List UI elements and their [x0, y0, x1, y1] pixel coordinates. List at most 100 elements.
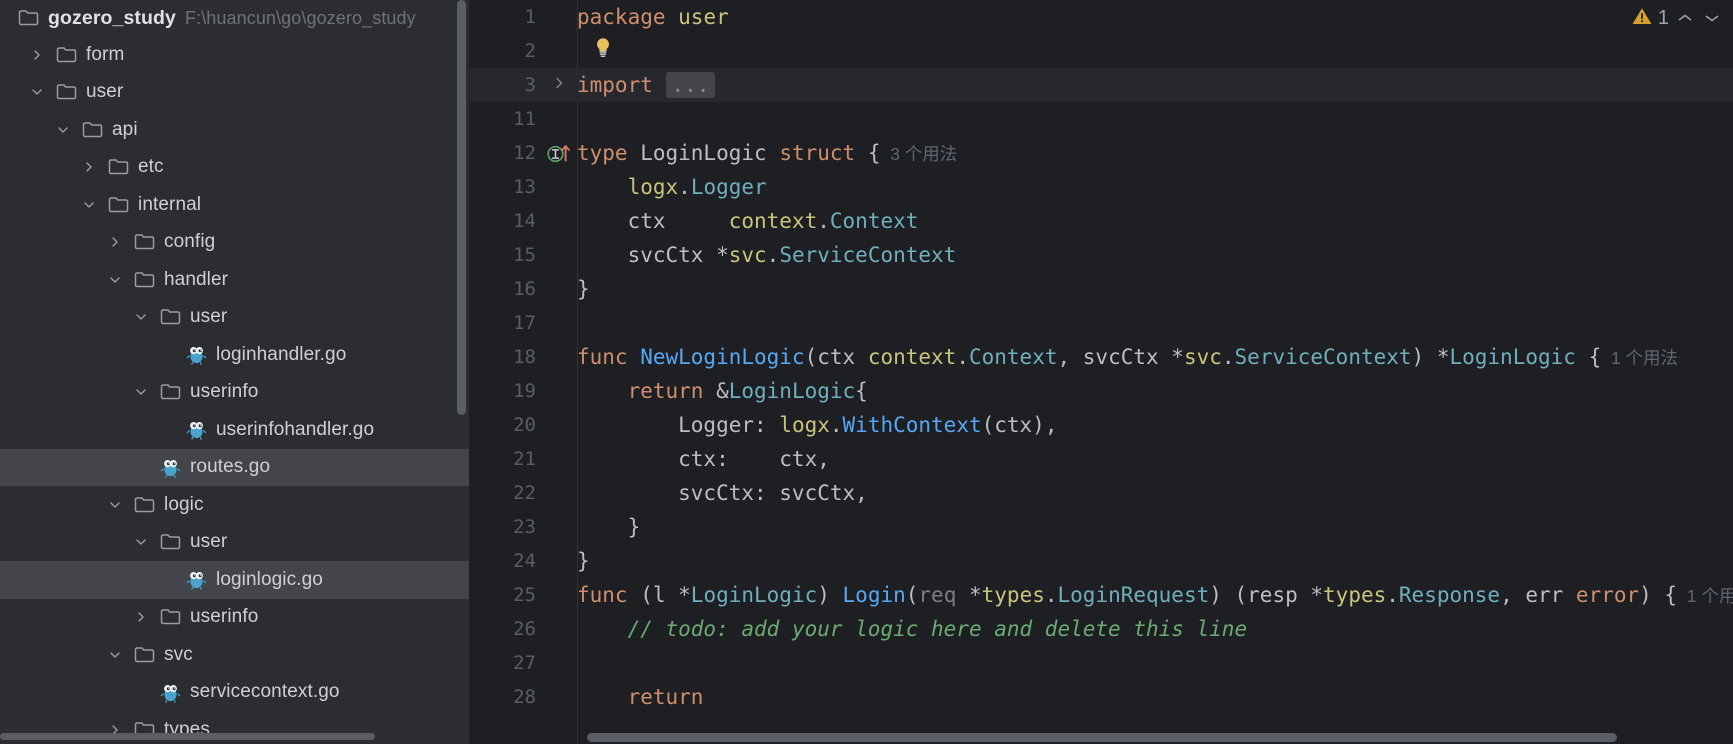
code-token: }	[577, 549, 590, 573]
tree-folder-form[interactable]: form	[0, 36, 470, 74]
code-line[interactable]: 22 svcCtx: svcCtx,	[470, 476, 1733, 510]
code-line[interactable]: 28 return	[470, 680, 1733, 714]
line-gutter[interactable]: 2	[470, 34, 577, 68]
line-gutter[interactable]: 24	[470, 544, 577, 578]
code-line[interactable]: 16}	[470, 272, 1733, 306]
code-line[interactable]: 21 ctx: ctx,	[470, 442, 1733, 476]
code-token: ctx	[577, 209, 729, 233]
tree-file-loginlogic-go[interactable]: loginlogic.go	[0, 561, 470, 599]
line-gutter[interactable]: 26	[470, 612, 577, 646]
chevron-right-icon[interactable]	[78, 156, 100, 178]
line-gutter[interactable]: 28	[470, 680, 577, 714]
line-number: 16	[513, 278, 536, 300]
tree-folder-logic[interactable]: logic	[0, 486, 470, 524]
chevron-down-icon[interactable]	[78, 194, 100, 216]
line-gutter[interactable]: 11	[470, 102, 577, 136]
chevron-down-icon[interactable]	[52, 119, 74, 141]
line-gutter[interactable]: 22	[470, 476, 577, 510]
line-gutter[interactable]: 3	[470, 68, 577, 102]
intention-lightbulb-icon[interactable]	[591, 35, 615, 69]
tree-file-loginhandler-go[interactable]: loginhandler.go	[0, 336, 470, 374]
line-gutter[interactable]: 19	[470, 374, 577, 408]
line-gutter[interactable]: 14	[470, 204, 577, 238]
folded-import-placeholder[interactable]: ...	[665, 72, 716, 98]
code-editor[interactable]: 1 package user 2 3 import ... 11 12 type LoginL…	[470, 0, 1733, 744]
line-gutter[interactable]: 1	[470, 0, 577, 34]
chevron-down-icon[interactable]	[26, 81, 48, 103]
tree-folder-api[interactable]: api	[0, 111, 470, 149]
project-root-row[interactable]: gozero_study F:\huancun\go\gozero_study	[0, 0, 470, 36]
inspection-widget[interactable]: 1	[1631, 4, 1723, 32]
code-token: 3 个用法	[880, 143, 958, 164]
implementation-marker-icon[interactable]	[546, 141, 572, 165]
tree-folder-user[interactable]: user	[0, 299, 470, 337]
line-gutter[interactable]: 27	[470, 646, 577, 680]
chevron-up-icon[interactable]	[1674, 8, 1696, 28]
code-content[interactable]: 1 package user 2 3 import ... 11 12 type LoginL…	[470, 0, 1733, 714]
tree-folder-svc[interactable]: svc	[0, 636, 470, 674]
line-gutter[interactable]: 16	[470, 272, 577, 306]
code-line[interactable]: 12 type LoginLogic struct { 3 个用法	[470, 136, 1733, 170]
code-line[interactable]: 17	[470, 306, 1733, 340]
line-gutter[interactable]: 25	[470, 578, 577, 612]
code-line[interactable]: 23 }	[470, 510, 1733, 544]
editor-scrollbar-track[interactable]	[470, 732, 1733, 744]
chevron-down-icon[interactable]	[130, 381, 152, 403]
code-line[interactable]: 11	[470, 102, 1733, 136]
fold-toggle-icon[interactable]	[553, 76, 566, 95]
go-file-icon	[186, 344, 207, 366]
line-number: 14	[513, 210, 536, 232]
tree-folder-internal[interactable]: internal	[0, 186, 470, 224]
line-gutter[interactable]: 18	[470, 340, 577, 374]
code-line[interactable]: 15 svcCtx *svc.ServiceContext	[470, 238, 1733, 272]
code-line[interactable]: 24}	[470, 544, 1733, 578]
tree-folder-config[interactable]: config	[0, 224, 470, 262]
chevron-down-icon[interactable]	[104, 644, 126, 666]
tree-folder-etc[interactable]: etc	[0, 149, 470, 187]
line-gutter[interactable]: 13	[470, 170, 577, 204]
line-gutter[interactable]: 17	[470, 306, 577, 340]
code-token: return	[627, 685, 704, 709]
code-token: .	[1044, 582, 1058, 607]
tree-file-servicecontext-go[interactable]: servicecontext.go	[0, 674, 470, 712]
line-gutter[interactable]: 21	[470, 442, 577, 476]
chevron-down-icon[interactable]	[1701, 8, 1723, 28]
line-gutter[interactable]: 20	[470, 408, 577, 442]
file-tree[interactable]: form user api etc internal config handler user l…	[0, 36, 470, 744]
tree-folder-userinfo[interactable]: userinfo	[0, 599, 470, 637]
code-line[interactable]: 3 import ...	[470, 68, 1733, 102]
chevron-right-icon[interactable]	[130, 606, 152, 628]
tree-folder-userinfo[interactable]: userinfo	[0, 374, 470, 412]
sidebar-vertical-scrollbar[interactable]	[457, 0, 466, 415]
project-tree-panel[interactable]: gozero_study F:\huancun\go\gozero_study …	[0, 0, 470, 744]
tree-file-userinfohandler-go[interactable]: userinfohandler.go	[0, 411, 470, 449]
code-line[interactable]: 1 package user	[470, 0, 1733, 34]
sidebar-horizontal-scrollbar[interactable]	[0, 733, 375, 740]
line-gutter[interactable]: 15	[470, 238, 577, 272]
tree-folder-user[interactable]: user	[0, 524, 470, 562]
chevron-right-icon[interactable]	[104, 231, 126, 253]
line-gutter[interactable]: 12	[470, 136, 577, 170]
code-line[interactable]: 26 // todo: add your logic here and dele…	[470, 612, 1733, 646]
tree-file-routes-go[interactable]: routes.go	[0, 448, 470, 486]
chevron-down-icon[interactable]	[104, 494, 126, 516]
code-line[interactable]: 19 return &LoginLogic{	[470, 374, 1733, 408]
line-gutter[interactable]: 23	[470, 510, 577, 544]
code-line[interactable]: 20 Logger: logx.WithContext(ctx),	[470, 408, 1733, 442]
code-line[interactable]: 14 ctx context.Context	[470, 204, 1733, 238]
chevron-down-icon[interactable]	[104, 269, 126, 291]
code-token: LoginLogic	[728, 379, 856, 403]
chevron-right-icon[interactable]	[26, 44, 48, 66]
code-line[interactable]: 18 func NewLoginLogic(ctx context.Context…	[470, 340, 1733, 374]
code-line[interactable]: 13 logx.Logger	[470, 170, 1733, 204]
code-line[interactable]: 25 func (l *LoginLogic) Login(req *types.…	[470, 578, 1733, 612]
code-line[interactable]: 27	[470, 646, 1733, 680]
chevron-down-icon[interactable]	[130, 306, 152, 328]
chevron-down-icon[interactable]	[130, 531, 152, 553]
editor-horizontal-scrollbar[interactable]	[587, 733, 1617, 742]
code-line[interactable]: 2	[470, 34, 1733, 68]
code-token: LoginRequest	[1057, 582, 1210, 607]
tree-folder-handler[interactable]: handler	[0, 261, 470, 299]
tree-folder-user[interactable]: user	[0, 74, 470, 112]
